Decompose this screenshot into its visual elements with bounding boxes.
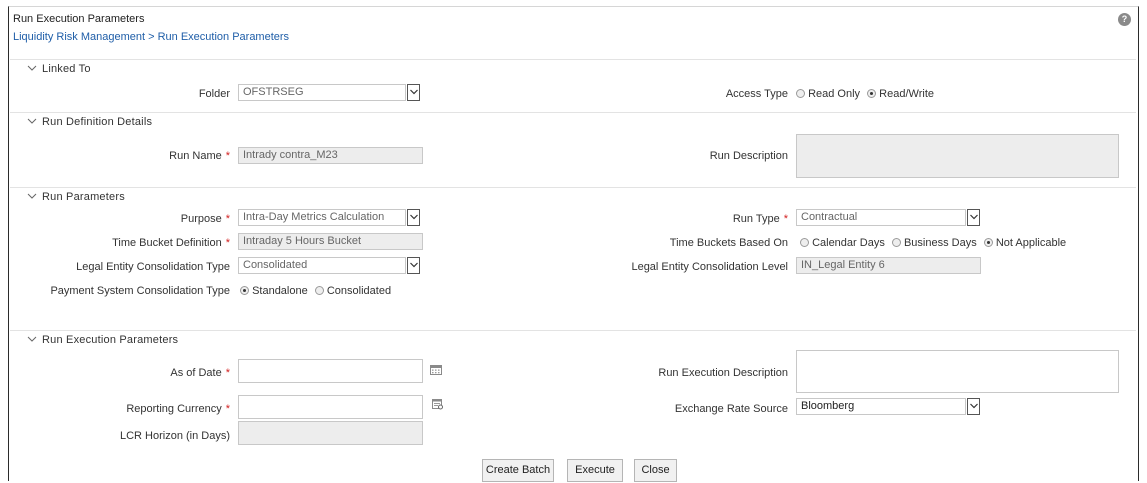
reporting-currency-input[interactable] xyxy=(238,395,423,419)
reporting-currency-label: Reporting Currency * xyxy=(126,403,230,415)
not-applicable-label: Not Applicable xyxy=(995,237,1067,249)
read-only-label: Read Only xyxy=(808,88,861,100)
as-of-date-label: As of Date * xyxy=(170,367,230,379)
help-icon[interactable]: ? xyxy=(1118,13,1131,26)
le-cons-type-label: Legal Entity Consolidation Type xyxy=(76,261,230,273)
le-cons-level-label: Legal Entity Consolidation Level xyxy=(631,261,788,273)
lcr-horizon-label: LCR Horizon (in Days) xyxy=(119,430,230,442)
time-buckets-based-label: Time Buckets Based On xyxy=(669,237,788,249)
read-write-label: Read/Write xyxy=(879,88,934,100)
read-write-radio[interactable] xyxy=(867,89,877,98)
lcr-horizon-field xyxy=(238,421,423,445)
as-of-date-input[interactable] xyxy=(238,359,423,383)
business-days-label: Business Days xyxy=(903,237,977,249)
list-lookup-icon xyxy=(432,399,443,410)
consolidated-radio[interactable] xyxy=(314,286,324,295)
exchange-rate-label: Exchange Rate Source xyxy=(674,403,788,415)
business-days-radio[interactable] xyxy=(891,238,901,247)
section-title: Run Execution Parameters xyxy=(42,334,179,346)
exchange-rate-dropdown-button[interactable] xyxy=(967,398,980,415)
standalone-label: Standalone xyxy=(252,285,308,297)
purpose-dropdown-button[interactable] xyxy=(407,209,420,226)
read-only-radio[interactable] xyxy=(796,89,805,98)
exchange-rate-select[interactable]: Bloomberg xyxy=(796,398,966,415)
folder-label: Folder xyxy=(198,88,230,100)
section-title: Run Definition Details xyxy=(42,116,153,128)
payment-cons-radio-group: Standalone Consolidated xyxy=(240,285,395,297)
page-title: Run Execution Parameters xyxy=(13,13,145,25)
consolidated-label: Consolidated xyxy=(326,285,392,297)
chevron-down-icon xyxy=(409,262,418,268)
time-buckets-radio-group: Calendar Days Business Days Not Applicab… xyxy=(800,237,1070,249)
run-type-label: Run Type * xyxy=(732,213,788,225)
breadcrumb[interactable]: Liquidity Risk Management > Run Executio… xyxy=(13,31,289,43)
section-title: Run Parameters xyxy=(42,191,125,203)
chevron-down-icon xyxy=(27,193,37,199)
execute-button[interactable]: Execute xyxy=(567,459,623,482)
section-run-parameters[interactable]: Run Parameters xyxy=(10,187,1136,207)
run-exec-desc-input[interactable] xyxy=(796,350,1119,393)
chevron-down-icon xyxy=(27,118,37,124)
chevron-down-icon xyxy=(27,336,37,342)
calendar-days-label: Calendar Days xyxy=(812,237,885,249)
not-applicable-radio[interactable] xyxy=(983,238,993,247)
purpose-select[interactable]: Intra-Day Metrics Calculation xyxy=(238,209,406,226)
create-batch-button[interactable]: Create Batch xyxy=(482,459,554,482)
run-name-field: Intrady contra_M23 xyxy=(238,147,423,164)
chevron-down-icon xyxy=(409,214,418,220)
le-cons-type-select[interactable]: Consolidated xyxy=(238,257,406,274)
section-run-definition[interactable]: Run Definition Details xyxy=(10,112,1136,132)
access-type-label: Access Type xyxy=(725,88,788,100)
access-type-radio-group: Read Only Read/Write xyxy=(796,88,938,100)
currency-browser-icon[interactable] xyxy=(432,399,444,413)
chevron-down-icon xyxy=(27,65,37,71)
calendar-days-radio[interactable] xyxy=(800,238,809,247)
payment-cons-label: Payment System Consolidation Type xyxy=(50,285,230,297)
section-title: Linked To xyxy=(42,63,91,75)
chevron-down-icon xyxy=(969,403,978,409)
run-name-label: Run Name * xyxy=(169,150,230,162)
chevron-down-icon xyxy=(409,89,418,95)
chevron-down-icon xyxy=(969,214,978,220)
run-type-select[interactable]: Contractual xyxy=(796,209,966,226)
le-cons-level-field: IN_Legal Entity 6 xyxy=(796,257,981,274)
le-cons-type-dropdown-button[interactable] xyxy=(407,257,420,274)
calendar-icon-graphic xyxy=(430,365,442,375)
run-description-label: Run Description xyxy=(709,150,788,162)
run-exec-desc-label: Run Execution Description xyxy=(658,367,788,379)
calendar-icon[interactable] xyxy=(430,364,442,378)
run-type-dropdown-button[interactable] xyxy=(967,209,980,226)
folder-dropdown-button[interactable] xyxy=(407,84,420,101)
folder-select[interactable]: OFSTRSEG xyxy=(238,84,406,101)
section-run-execution[interactable]: Run Execution Parameters xyxy=(10,330,1136,350)
close-button[interactable]: Close xyxy=(634,459,677,482)
standalone-radio[interactable] xyxy=(240,286,249,295)
time-bucket-field: Intraday 5 Hours Bucket xyxy=(238,233,423,250)
section-linked-to[interactable]: Linked To xyxy=(10,59,1136,79)
purpose-label: Purpose * xyxy=(180,213,230,225)
time-bucket-label: Time Bucket Definition * xyxy=(112,237,230,249)
run-description-field xyxy=(796,134,1119,178)
